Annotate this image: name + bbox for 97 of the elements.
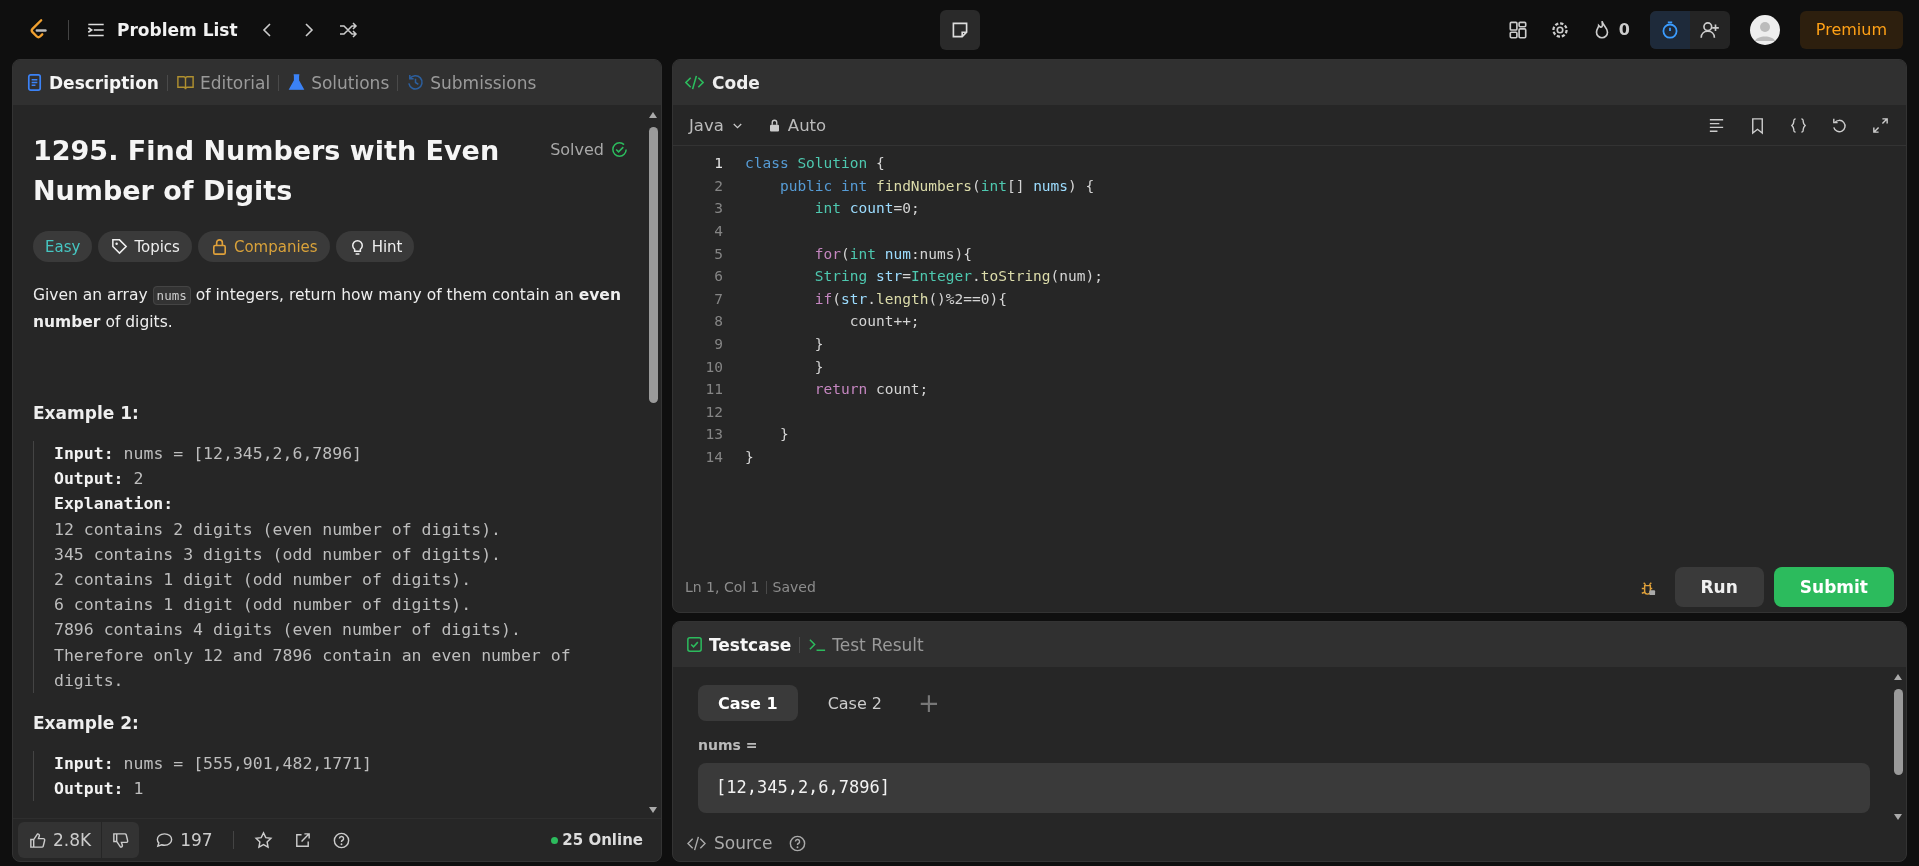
braces-icon[interactable] [1789,115,1808,135]
example-line: 345 contains 3 digits (odd number of digits). [54,543,503,566]
line-number: 4 [713,223,724,240]
case-tab[interactable]: Case 1 [698,685,798,721]
language-dropdown[interactable]: Java [689,115,745,135]
panel-tab[interactable]: Submissions [406,72,537,93]
timer-button[interactable] [1649,10,1690,49]
save-status: Saved [772,579,816,595]
line-number: 2 [713,177,724,194]
comments-button[interactable]: 197 [155,830,213,850]
checkbox-icon [685,635,704,654]
example-line: Output: 2 [54,468,145,491]
line-number: 3 [713,200,724,217]
input-field[interactable]: [12,345,2,6,7896] [698,763,1870,813]
difficulty-tag[interactable]: Easy [33,231,93,262]
line-number: 9 [713,336,724,353]
streak-button[interactable]: 0 [1590,18,1630,41]
tag-icon [110,237,130,256]
premium-button[interactable]: Premium [1799,10,1903,49]
code-line: class Solution { [745,155,885,172]
example-heading: Example 1: [33,403,140,423]
thumbs-down-icon [111,830,131,850]
example-line: Therefore only 12 and 7896 contain an even number of digits. [54,644,572,692]
scrollbar-thumb[interactable] [1893,689,1903,775]
code-line: String str=Integer.toString(num); [813,268,1103,285]
companies-tag[interactable]: Companies [197,231,330,262]
note-button[interactable] [940,10,980,50]
example-line: 12 contains 2 digits (even number of digits). [54,518,503,541]
scroll-down-icon[interactable] [1893,813,1903,821]
source-button[interactable]: Source [687,833,773,853]
online-count: 25 Online [562,831,643,849]
code-icon [685,73,704,92]
line-number: 5 [713,245,724,262]
panel-tab[interactable]: Editorial [175,72,271,93]
example-line: Output: 1 [54,778,145,801]
code-line: public int findNumbers(int[] nums) { [778,177,1095,194]
star-icon[interactable] [253,830,273,850]
example-heading: Example 2: [33,713,140,734]
help-icon[interactable] [788,833,808,853]
book-icon [175,73,195,92]
layout-icon[interactable] [1506,18,1529,41]
example-line: Input: nums = [12,345,2,6,7896] [54,443,364,465]
line-number: 12 [704,403,724,420]
example-line: Input: nums = [555,901,482,1771] [54,753,373,776]
example-line: Explanation: [54,493,175,516]
avatar-icon[interactable] [1749,14,1780,45]
help-icon[interactable] [331,830,351,850]
problem-description: Given an array nums of integers, return how many of them contain an even number of digits. [33,285,622,333]
online-dot-icon [551,836,559,844]
line-number: 14 [704,449,724,465]
panel-tab[interactable]: Solutions [287,72,390,93]
code-line: count++; [848,313,920,330]
line-number: 6 [713,268,724,285]
flask-icon [287,73,307,92]
code-line: int count=0; [813,200,920,217]
panel-title: Code [712,72,760,93]
hint-tag[interactable]: Hint [335,231,415,262]
code-line: for(int num:nums){ [813,245,972,262]
code-line: } [813,336,824,353]
code-line: if(str.length()%2==0){ [813,290,1007,307]
line-number: 13 [704,426,724,443]
line-number: 8 [713,313,724,330]
thumbs-up-icon [28,830,47,850]
code-line: } [813,358,824,375]
auto-mode-button[interactable]: Auto [766,115,827,135]
shuffle-icon[interactable] [337,19,358,40]
scroll-down-icon[interactable] [648,806,658,814]
problem-list-button[interactable]: Problem List [85,18,238,41]
code-line: } [745,449,754,465]
document-icon [25,73,44,92]
scroll-up-icon[interactable] [648,111,658,119]
expand-icon[interactable] [1871,115,1890,135]
cursor-position: Ln 1, Col 1 [685,579,760,595]
problem-title: 1295. Find Numbers with Even Number of Digits [33,134,501,208]
run-button[interactable]: Run [1674,567,1764,607]
topics-tag[interactable]: Topics [98,231,192,262]
solved-status: Solved [550,140,604,159]
case-tab[interactable]: Case 2 [807,685,903,721]
history-icon [406,73,426,92]
panel-tab[interactable]: Description [25,72,159,93]
example-line: 7896 contains 4 digits (even number of digits). [54,619,522,642]
comment-icon [155,830,175,850]
line-number: 7 [713,290,724,307]
input-label: nums = [698,737,759,753]
scrollbar-thumb[interactable] [648,127,658,403]
example-line: 6 contains 1 digit (odd number of digits). [54,594,473,617]
check-circle-icon [610,140,629,159]
code-line: } [778,426,789,443]
panel-tab[interactable]: Testcase [685,634,792,655]
code-line: return count; [813,381,929,398]
panel-tab[interactable]: Test Result [808,634,924,655]
line-number: 10 [704,358,724,375]
line-number: 11 [704,381,724,398]
line-number: 1 [713,155,724,172]
inline-code: nums [152,286,191,305]
scroll-up-icon[interactable] [1893,673,1903,681]
example-line: 2 contains 1 digit (odd number of digits). [54,569,473,591]
